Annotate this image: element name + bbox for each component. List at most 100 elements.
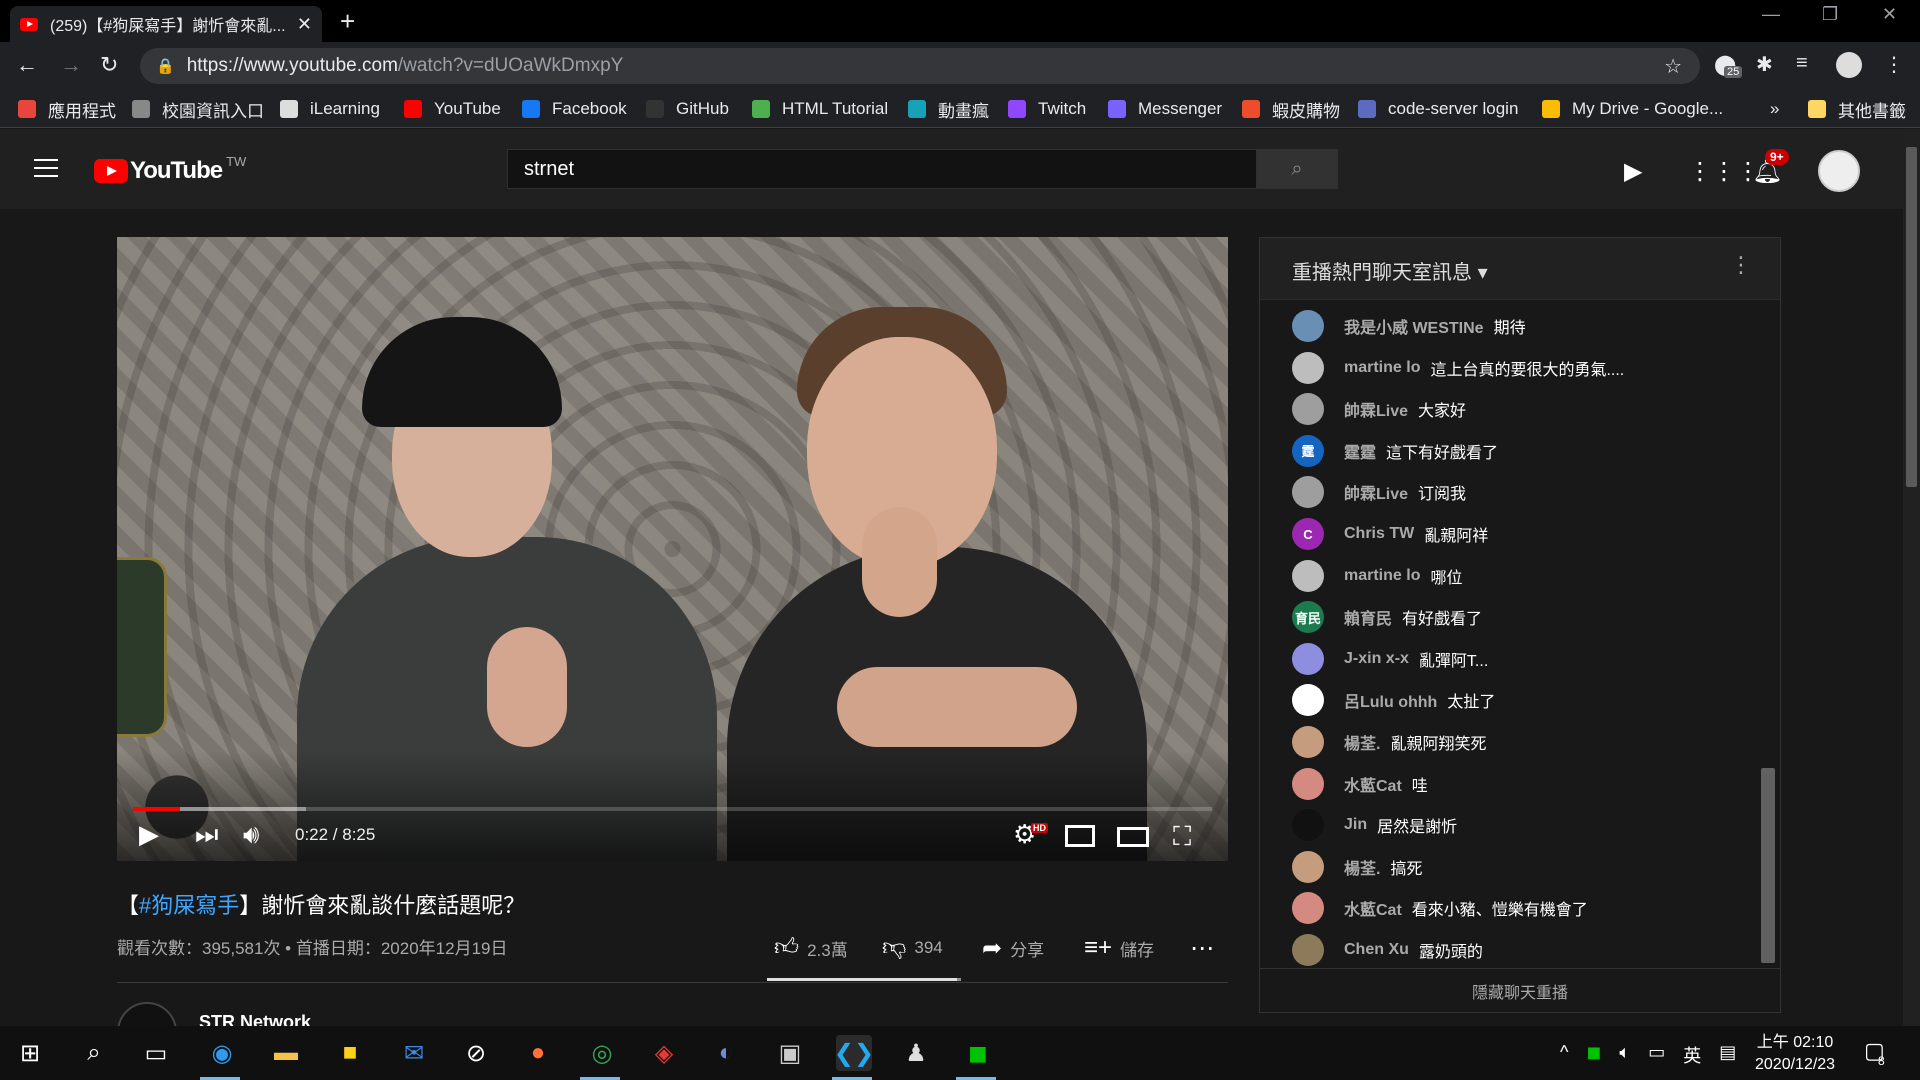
firefox-icon[interactable]: ● — [520, 1035, 556, 1071]
chat-author-avatar[interactable]: 育民 — [1292, 601, 1324, 634]
bookmark-facebook[interactable]: Facebook — [522, 98, 627, 120]
search-input[interactable]: strnet — [507, 149, 1257, 189]
chat-author-avatar[interactable] — [1292, 850, 1324, 883]
bookmark-google-drive[interactable]: My Drive - Google... — [1542, 98, 1723, 120]
bookmarks-overflow-button[interactable]: » — [1770, 98, 1779, 120]
network-app-icon[interactable]: ⊘ — [458, 1035, 494, 1071]
bookmark-youtube[interactable]: YouTube — [404, 98, 501, 120]
show-hidden-icons-icon[interactable]: ^ — [1560, 1042, 1568, 1068]
bookmark-messenger[interactable]: Messenger — [1108, 98, 1222, 120]
video-player[interactable]: ▶ ⏭ 🔊︎ 0:22 / 8:25 ⚙ HD ⛶ — [117, 237, 1228, 861]
bookmark-campus-portal[interactable]: 校園資訊入口 — [132, 98, 264, 121]
chat-author-avatar[interactable] — [1292, 559, 1324, 592]
apps-icon[interactable]: ⋮⋮⋮ — [1688, 157, 1760, 186]
create-video-icon[interactable]: ▶ — [1624, 157, 1642, 186]
chat-more-icon[interactable]: ⋮ — [1730, 252, 1752, 278]
edge-icon[interactable]: ◉ — [204, 1035, 240, 1071]
profile-avatar[interactable] — [1836, 52, 1862, 78]
chat-author-avatar[interactable] — [1292, 726, 1324, 758]
save-button[interactable]: ≡+ 儲存 — [1084, 934, 1154, 962]
search-button[interactable]: ⌕ — [1256, 149, 1338, 189]
miniplayer-icon[interactable] — [1065, 825, 1095, 847]
tab-close-icon[interactable]: ✕ — [297, 14, 312, 35]
bookmark-shopee[interactable]: 蝦皮購物 — [1242, 98, 1340, 121]
chat-author-name[interactable]: 帥霖Live — [1344, 397, 1408, 421]
chat-author-name[interactable]: 我是小威 WESTINe — [1344, 314, 1484, 338]
bookmark-github[interactable]: GitHub — [646, 98, 729, 120]
back-button[interactable]: ← — [16, 52, 38, 78]
chat-author-avatar[interactable] — [1292, 684, 1324, 717]
keyboard-icon[interactable]: ▤ — [1719, 1042, 1736, 1068]
progress-bar[interactable] — [133, 807, 1212, 811]
omnibox[interactable]: 🔒 https://www.youtube.com/watch?v=dUOaWk… — [140, 48, 1700, 84]
chat-author-name[interactable]: 楊荃. — [1344, 730, 1380, 754]
chat-author-avatar[interactable] — [1292, 310, 1324, 342]
chat-author-name[interactable]: J-xin x-x — [1344, 650, 1409, 668]
chat-author-name[interactable]: Jin — [1344, 816, 1367, 834]
bookmark-code-server[interactable]: code-server login — [1358, 98, 1518, 120]
bookmark-star-icon[interactable]: ☆ — [1664, 54, 1682, 79]
volume-icon[interactable]: 🔊︎ — [243, 819, 259, 851]
chrome-icon[interactable]: ◎ — [584, 1035, 620, 1071]
chat-author-name[interactable]: 水藍Cat — [1344, 772, 1402, 796]
sticky-notes-icon[interactable]: ■ — [332, 1035, 368, 1071]
clock[interactable]: 上午 02:10 2020/12/23 — [1755, 1032, 1835, 1076]
chat-author-avatar[interactable] — [1292, 393, 1324, 426]
play-button[interactable]: ▶ — [139, 819, 159, 850]
chat-scrollbar[interactable] — [1761, 768, 1775, 963]
share-button[interactable]: ➦ 分享 — [982, 934, 1044, 963]
terminal-icon[interactable]: ▣ — [772, 1035, 808, 1071]
user-app-icon[interactable]: ♟ — [898, 1035, 934, 1071]
line-app-icon[interactable]: ◼ — [960, 1035, 996, 1071]
chat-author-avatar[interactable] — [1292, 642, 1324, 675]
hide-chat-replay-button[interactable]: 隱藏聊天重播 — [1260, 968, 1780, 1012]
window-close-button[interactable]: ✕ — [1882, 4, 1897, 25]
chat-author-avatar[interactable] — [1292, 351, 1324, 384]
more-actions-button[interactable]: ⋯ — [1190, 934, 1222, 963]
chat-author-avatar[interactable] — [1292, 934, 1324, 966]
chrome-menu-icon[interactable]: ⋮ — [1884, 52, 1904, 77]
chat-author-name[interactable]: 賴育民 — [1344, 605, 1392, 629]
task-view-icon[interactable]: ▭ — [138, 1035, 174, 1071]
page-scrollbar-thumb[interactable] — [1906, 147, 1917, 487]
windows-start-icon[interactable]: ⊞ — [12, 1035, 48, 1071]
other-bookmarks[interactable]: 其他書籤 — [1808, 98, 1906, 121]
chat-author-avatar[interactable] — [1292, 767, 1324, 800]
chat-author-avatar[interactable]: 霆 — [1292, 434, 1324, 467]
chat-author-avatar[interactable]: C — [1292, 518, 1324, 550]
mail-icon[interactable]: ✉ — [396, 1035, 432, 1071]
chat-author-name[interactable]: Chris TW — [1344, 525, 1414, 543]
new-tab-button[interactable]: + — [340, 6, 355, 37]
network-icon[interactable]: ▭ — [1648, 1042, 1665, 1068]
account-avatar[interactable] — [1818, 150, 1860, 192]
media-control-icon[interactable]: ≡ — [1796, 52, 1808, 75]
bookmark-html-tutorial[interactable]: HTML Tutorial — [752, 98, 888, 120]
bookmark-apps[interactable]: 應用程式 — [18, 98, 116, 121]
garena-icon[interactable]: ◈ — [646, 1035, 682, 1071]
browser-tab[interactable]: (259)【#狗屎寫手】謝忻會來亂... ✕ — [10, 6, 322, 42]
chat-author-avatar[interactable] — [1292, 476, 1324, 509]
minimize-button[interactable]: — — [1762, 4, 1780, 25]
bookmark-ilearning[interactable]: iLearning — [280, 98, 380, 120]
line-tray-icon[interactable]: ◼ — [1586, 1042, 1601, 1068]
next-button[interactable]: ⏭ — [195, 819, 218, 851]
like-button[interactable]: 👍︎ 2.3萬 — [774, 934, 848, 962]
chat-author-avatar[interactable] — [1292, 809, 1324, 842]
theater-mode-icon[interactable] — [1117, 827, 1149, 847]
discord-icon[interactable]: ◐ — [708, 1035, 744, 1071]
chat-author-avatar[interactable] — [1292, 892, 1324, 925]
file-explorer-icon[interactable]: ▬ — [268, 1035, 304, 1071]
forward-button[interactable]: → — [60, 52, 82, 78]
chat-author-name[interactable]: Chen Xu — [1344, 941, 1409, 959]
chat-author-name[interactable]: martine lo — [1344, 359, 1420, 377]
chat-author-name[interactable]: martine lo — [1344, 567, 1420, 585]
restore-button[interactable]: ❐ — [1822, 4, 1838, 25]
search-taskbar-icon[interactable]: ⌕ — [76, 1035, 112, 1071]
reload-button[interactable]: ↻ — [100, 52, 118, 78]
speaker-icon[interactable]: 🔈︎ — [1619, 1042, 1630, 1068]
hashtag-link[interactable]: #狗屎寫手 — [139, 893, 239, 918]
bookmark-twitch[interactable]: Twitch — [1008, 98, 1086, 120]
chat-author-name[interactable]: 呂Lulu ohhh — [1344, 688, 1437, 712]
bookmark-anime[interactable]: 動畫瘋 — [908, 98, 989, 121]
fullscreen-icon[interactable]: ⛶ — [1173, 821, 1191, 853]
